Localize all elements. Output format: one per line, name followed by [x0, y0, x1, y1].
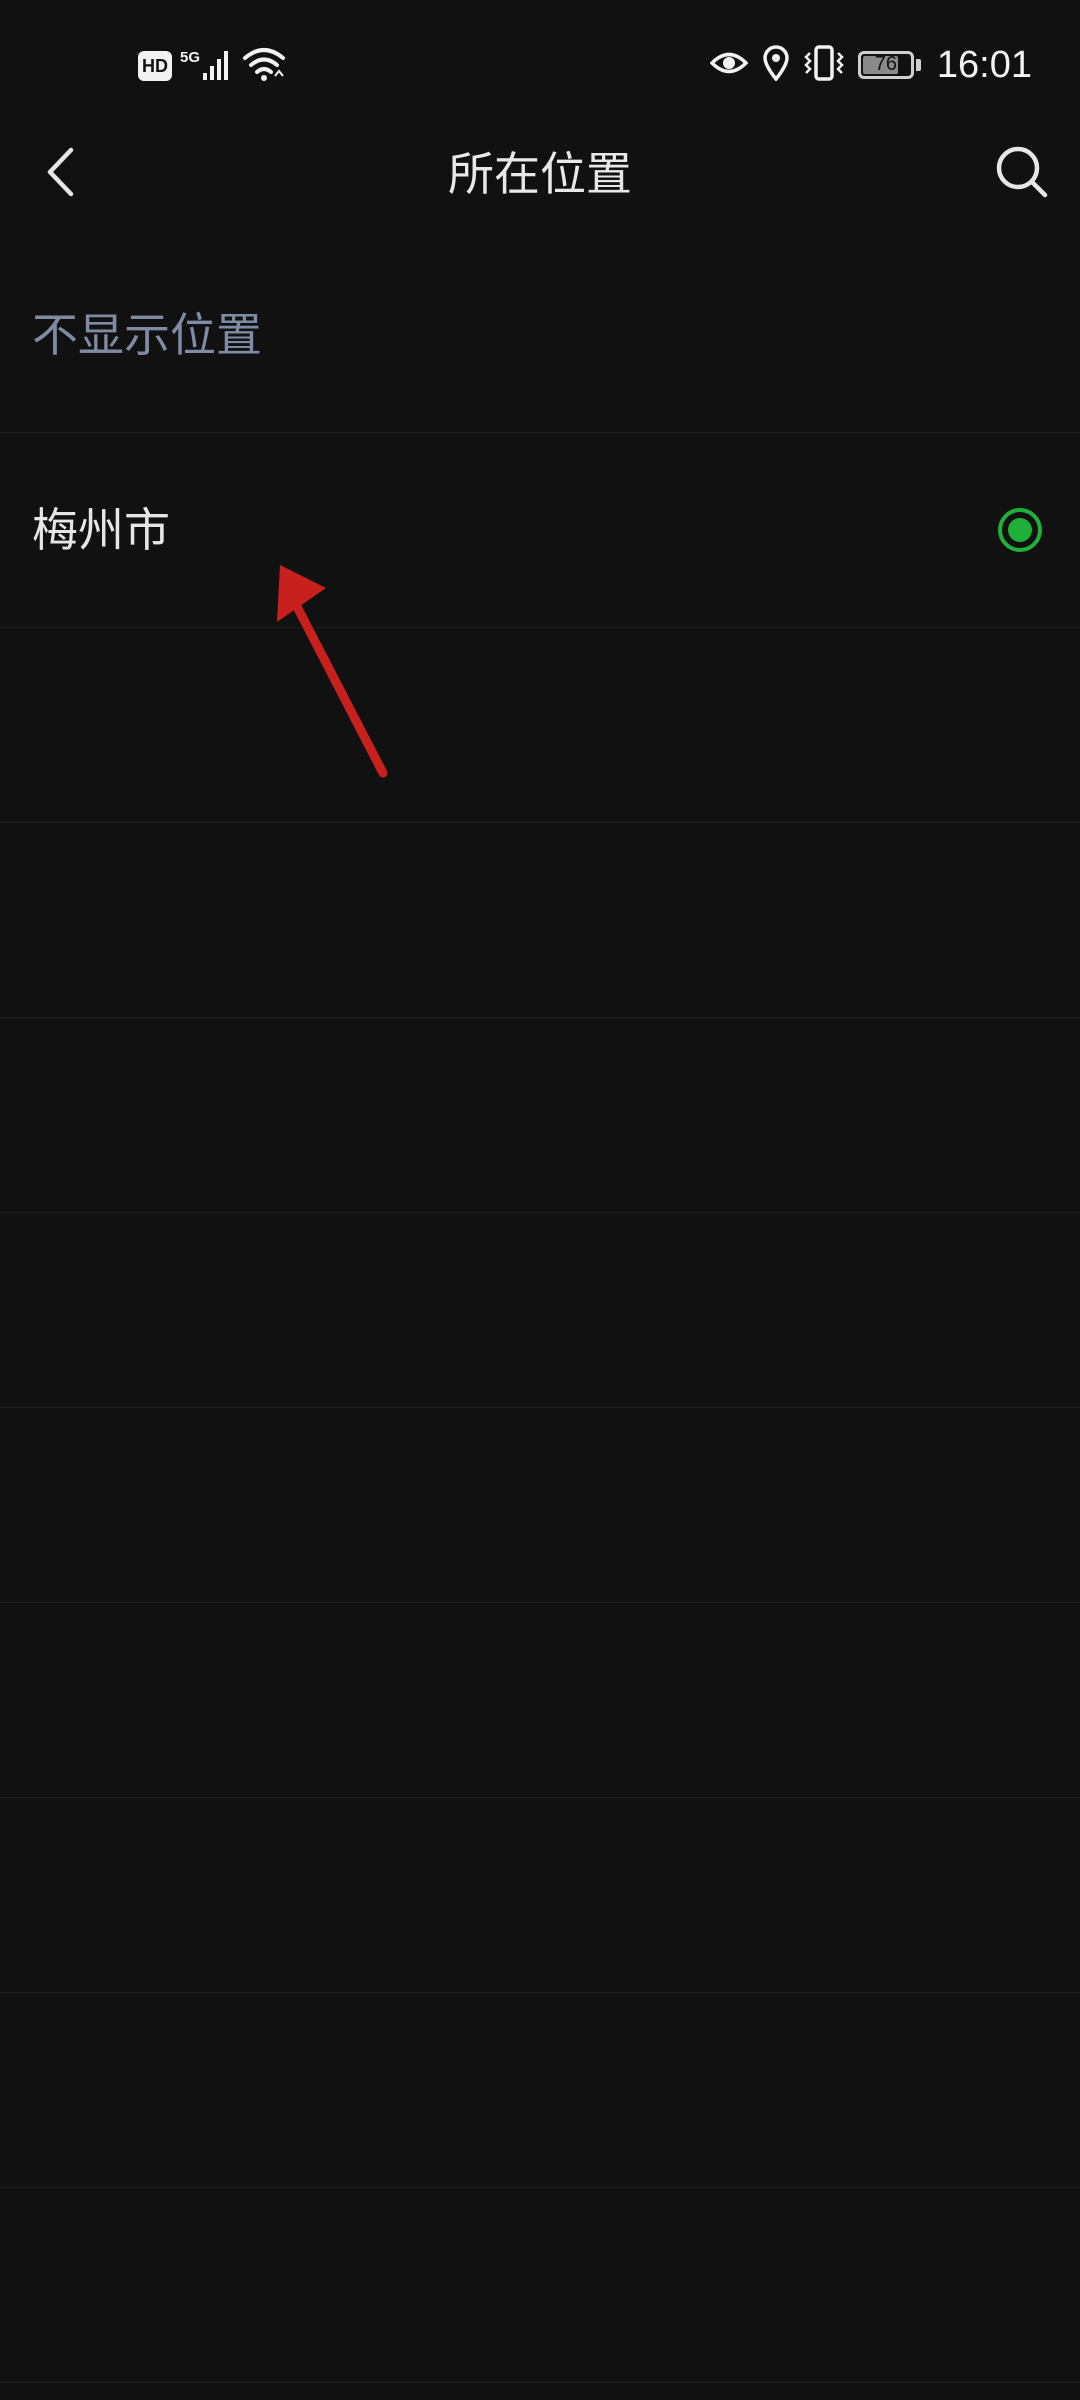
eye-icon	[709, 48, 749, 82]
list-item[interactable]	[0, 1993, 1080, 2188]
list-item[interactable]	[0, 1408, 1080, 1603]
network-type-label: 5G	[180, 48, 201, 66]
list-item[interactable]	[0, 2188, 1080, 2383]
list-item[interactable]	[0, 628, 1080, 823]
list-item[interactable]	[0, 1018, 1080, 1213]
battery-level-label: 76	[874, 53, 898, 75]
location-option-meizhou[interactable]: 梅州市	[0, 433, 1080, 628]
status-bar-right: 76 16:01	[696, 40, 1032, 90]
location-list: 不显示位置 梅州市	[0, 238, 1080, 2383]
wifi-icon	[242, 46, 286, 86]
vibrate-icon	[804, 45, 844, 85]
signal-icon	[202, 47, 232, 85]
status-clock: 16:01	[936, 43, 1032, 86]
list-item[interactable]	[0, 1213, 1080, 1408]
hd-badge: HD	[138, 51, 172, 81]
battery-icon: 76	[857, 51, 914, 79]
list-item[interactable]	[0, 1798, 1080, 1993]
list-item[interactable]	[0, 1603, 1080, 1798]
location-icon	[762, 45, 790, 85]
nav-bar: 所在位置	[0, 130, 1080, 218]
list-item[interactable]	[0, 823, 1080, 1018]
status-bar: HD 5G 76 16:01	[0, 0, 1080, 130]
hide-location-option[interactable]: 不显示位置	[0, 238, 1080, 433]
selected-radio-icon	[998, 508, 1042, 552]
status-bar-left: HD 5G	[138, 44, 286, 88]
location-option-label: 梅州市	[32, 503, 170, 557]
battery-tip	[915, 59, 921, 71]
search-button[interactable]	[984, 136, 1060, 212]
radio-dot	[1008, 518, 1032, 542]
search-icon	[995, 145, 1049, 203]
page-title: 所在位置	[448, 147, 632, 201]
hide-location-label: 不显示位置	[32, 308, 262, 362]
